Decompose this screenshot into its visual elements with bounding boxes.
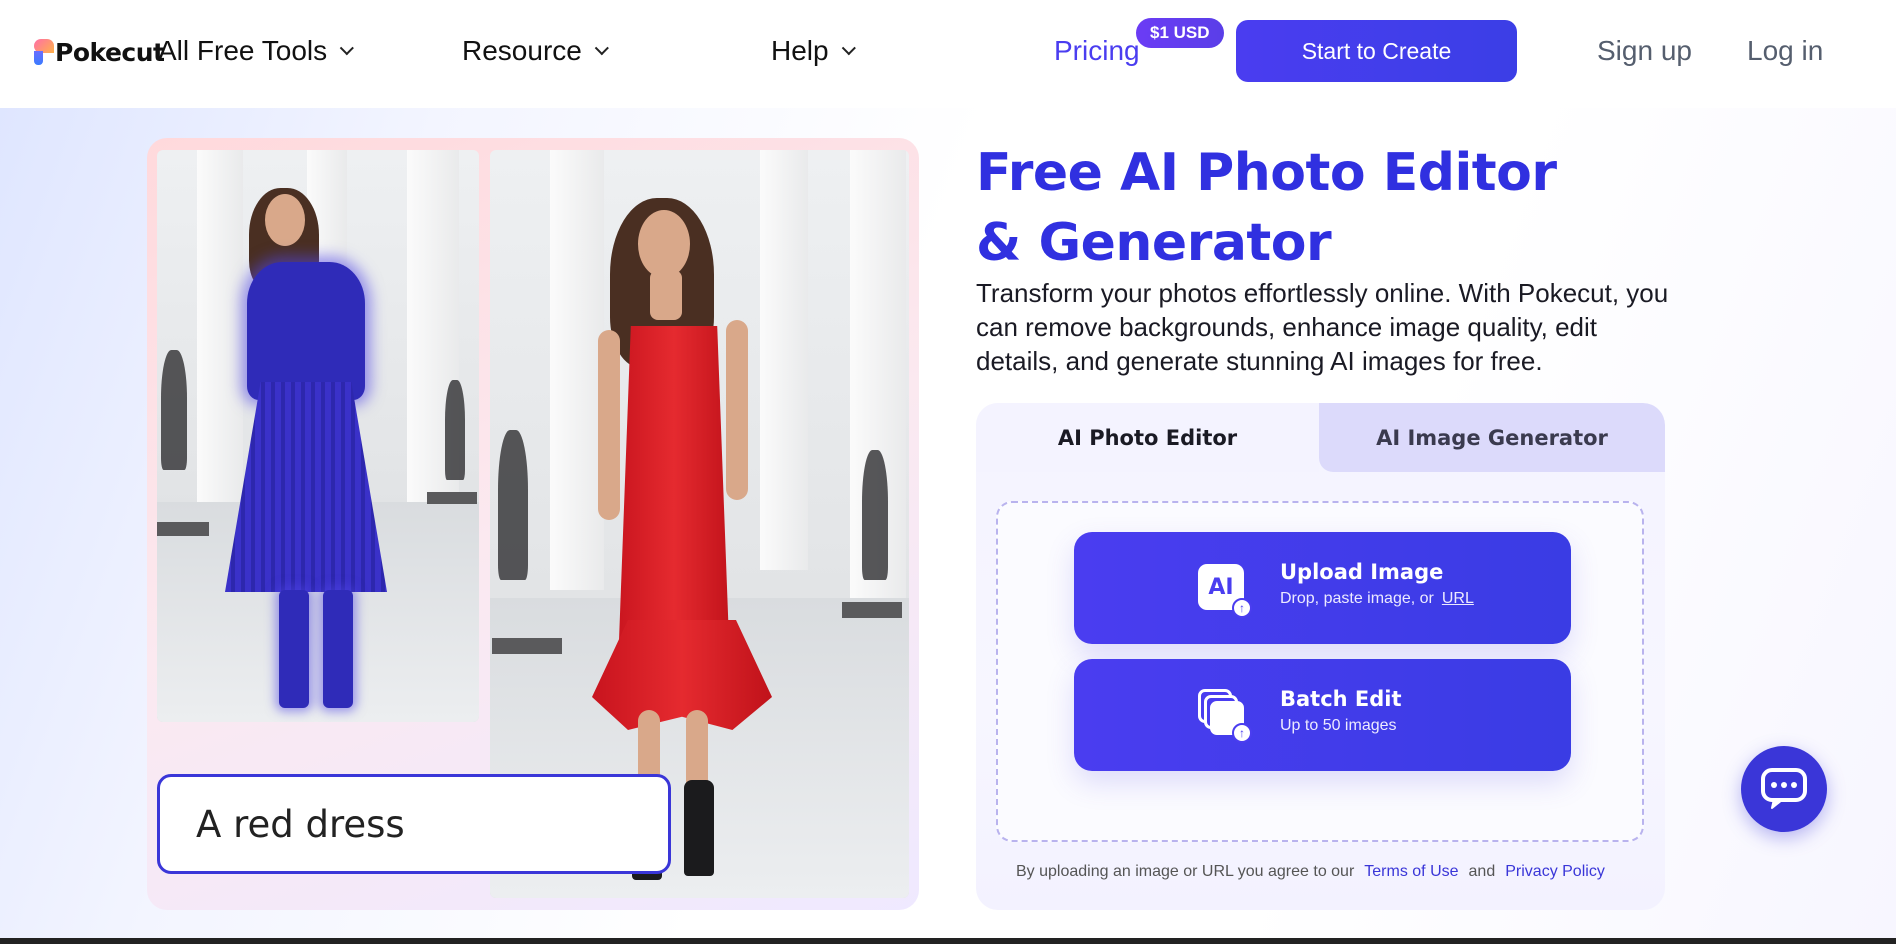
pricing-badge: $1 USD xyxy=(1136,18,1224,48)
upload-subtitle: Drop, paste image, or URL xyxy=(1280,590,1474,608)
ai-upload-icon: AI ↑ xyxy=(1198,564,1252,618)
log-in-link[interactable]: Log in xyxy=(1747,32,1823,70)
chevron-down-icon xyxy=(339,41,355,56)
chevron-down-icon xyxy=(841,41,856,56)
nav-resource[interactable]: Resource xyxy=(462,32,609,70)
sign-up-link[interactable]: Sign up xyxy=(1597,32,1692,70)
tab-ai-image-generator[interactable]: AI Image Generator xyxy=(1319,403,1665,472)
nav-label: Resource xyxy=(462,35,582,66)
page-bottom-border xyxy=(0,938,1896,944)
before-image xyxy=(157,150,479,722)
nav-label: Help xyxy=(771,35,829,66)
showcase-panel: A red dress xyxy=(147,138,919,910)
upload-title: Upload Image xyxy=(1280,560,1444,584)
batch-images-icon: ↑ xyxy=(1198,689,1252,743)
nav-pricing-link[interactable]: Pricing xyxy=(1054,32,1140,70)
site-header: Pokecut All Free Tools Resource Help Pri… xyxy=(0,0,1896,108)
tool-card: AI Photo Editor AI Image Generator AI ↑ … xyxy=(976,403,1665,910)
page-title: Free AI Photo Editor & Generator xyxy=(976,143,1557,273)
batch-edit-button[interactable]: ↑ Batch Edit Up to 50 images xyxy=(1074,659,1571,771)
batch-title: Batch Edit xyxy=(1280,687,1402,711)
logo-mark-icon xyxy=(34,39,54,65)
nav-label: All Free Tools xyxy=(158,35,328,66)
prompt-caption: A red dress xyxy=(157,774,671,874)
upload-dropzone[interactable]: AI ↑ Upload Image Drop, paste image, or U… xyxy=(996,501,1644,842)
terms-prefix: By uploading an image or URL you agree t… xyxy=(1016,863,1355,880)
upload-subtitle-text: Drop, paste image, or xyxy=(1280,590,1434,607)
terms-notice: By uploading an image or URL you agree t… xyxy=(1016,863,1615,881)
upload-image-button[interactable]: AI ↑ Upload Image Drop, paste image, or U… xyxy=(1074,532,1571,644)
privacy-policy-link[interactable]: Privacy Policy xyxy=(1505,863,1605,880)
tab-ai-photo-editor[interactable]: AI Photo Editor xyxy=(976,403,1319,472)
start-to-create-button[interactable]: Start to Create xyxy=(1236,20,1517,82)
chat-bubble-icon[interactable] xyxy=(1741,746,1827,832)
batch-subtitle: Up to 50 images xyxy=(1280,717,1397,734)
chat-glyph-icon xyxy=(1761,768,1807,809)
logo-text: Pokecut xyxy=(55,37,165,67)
terms-and: and xyxy=(1468,863,1496,880)
nav-all-free-tools[interactable]: All Free Tools xyxy=(158,32,355,70)
upload-arrow-icon: ↑ xyxy=(1232,723,1252,743)
pokecut-logo[interactable]: Pokecut xyxy=(34,36,165,68)
terms-of-use-link[interactable]: Terms of Use xyxy=(1364,863,1458,880)
chevron-down-icon xyxy=(594,41,609,56)
upload-arrow-icon: ↑ xyxy=(1232,598,1252,618)
url-link[interactable]: URL xyxy=(1442,590,1474,607)
page-subtitle: Transform your photos effortlessly onlin… xyxy=(976,278,1669,376)
nav-help[interactable]: Help xyxy=(771,32,856,70)
